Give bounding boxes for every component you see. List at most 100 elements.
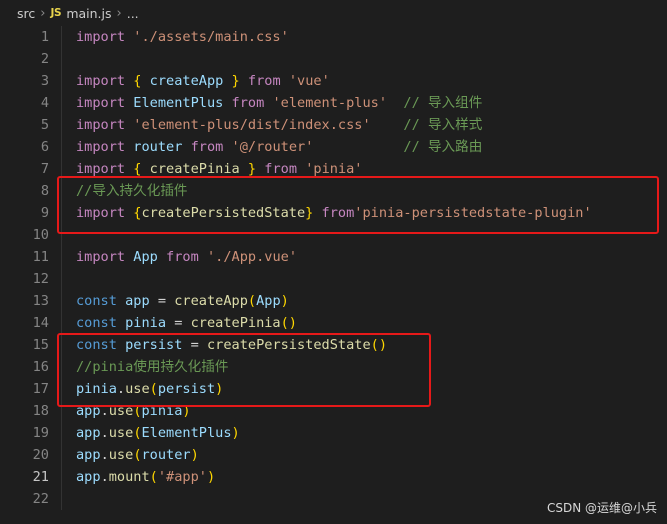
code-line: 1 import './assets/main.css' <box>0 26 667 48</box>
watermark: CSDN @运维@小兵 <box>546 501 657 515</box>
code-line: 19 app.use(ElementPlus) <box>0 422 667 444</box>
code-line: 15 const persist = createPersistedState() <box>0 334 667 356</box>
token: App <box>133 249 158 265</box>
token: persist <box>157 381 216 397</box>
code-editor[interactable]: 1 import './assets/main.css' 2 3 import { … <box>0 26 667 510</box>
token: 'pinia-persistedstate-plugin' <box>354 205 592 221</box>
token: 'vue' <box>288 73 330 89</box>
line-number: 1 <box>40 29 49 45</box>
token: // 导入样式 <box>403 117 483 133</box>
token: createPinia <box>149 161 240 177</box>
token: 'element-plus/dist/index.css' <box>133 117 371 133</box>
token: persist <box>125 337 183 353</box>
token: // 导入组件 <box>403 95 483 111</box>
line-number: 19 <box>32 425 49 441</box>
token: createPersistedState <box>141 205 306 221</box>
code-line: 8 //导入持久化插件 <box>0 180 667 202</box>
token: const <box>76 293 117 309</box>
breadcrumb-file[interactable]: main.js <box>66 6 111 21</box>
line-number: 3 <box>40 73 49 89</box>
code-line: 20 app.use(router) <box>0 444 667 466</box>
token: App <box>256 293 281 309</box>
token: import <box>76 73 126 89</box>
token: 'pinia' <box>305 161 363 177</box>
token: use <box>108 403 134 419</box>
line-number: 10 <box>32 227 49 243</box>
token: createApp <box>149 73 224 89</box>
code-line: 17 pinia.use(persist) <box>0 378 667 400</box>
token: app <box>125 293 150 309</box>
token: pinia <box>141 403 183 419</box>
line-number: 18 <box>32 403 49 419</box>
line-number: 16 <box>32 359 49 375</box>
line-number: 9 <box>40 205 49 221</box>
token: from <box>321 205 355 221</box>
line-number: 4 <box>40 95 49 111</box>
breadcrumb-symbols[interactable]: ... <box>127 6 139 21</box>
line-number: 17 <box>32 381 49 397</box>
token: from <box>264 161 298 177</box>
code-line: 2 <box>0 48 667 70</box>
token: app <box>76 403 101 419</box>
code-line: 9 import {createPersistedState} from'pini… <box>0 202 667 224</box>
code-line: 21 app.mount('#app') <box>0 466 667 488</box>
code-line: 14 const pinia = createPinia() <box>0 312 667 334</box>
token: from <box>190 139 224 155</box>
code-line: 16 //pinia使用持久化插件 <box>0 356 667 378</box>
line-number: 20 <box>32 447 49 463</box>
code-line: 6 import router from '@/router' // 导入路由 <box>0 136 667 158</box>
token: pinia <box>76 381 117 397</box>
token: app <box>76 469 101 485</box>
token: router <box>141 447 191 463</box>
token: import <box>76 117 126 133</box>
token: const <box>76 337 117 353</box>
token: import <box>76 249 126 265</box>
line-number: 8 <box>40 183 49 199</box>
token: from <box>247 73 281 89</box>
token: ElementPlus <box>141 425 232 441</box>
token: ElementPlus <box>133 95 224 111</box>
code-line: 3 import { createApp } from 'vue' <box>0 70 667 92</box>
token: '@/router' <box>231 139 314 155</box>
line-number: 14 <box>32 315 49 331</box>
token: router <box>133 139 183 155</box>
token: pinia <box>125 315 167 331</box>
line-number: 11 <box>32 249 49 265</box>
token: use <box>125 381 150 397</box>
line-number: 7 <box>40 161 49 177</box>
token: createPinia <box>190 315 281 331</box>
token: './assets/main.css' <box>133 29 289 45</box>
line-number: 6 <box>40 139 49 155</box>
token: from <box>166 249 199 265</box>
token: createPersistedState <box>206 337 371 353</box>
token: import <box>76 139 126 155</box>
line-number: 15 <box>32 337 49 353</box>
code-line: 4 import ElementPlus from 'element-plus' … <box>0 92 667 114</box>
code-line: 13 const app = createApp(App) <box>0 290 667 312</box>
line-number: 22 <box>32 491 49 507</box>
token: //pinia使用持久化插件 <box>76 359 229 375</box>
token: app <box>76 447 101 463</box>
token: './App.vue' <box>206 249 298 265</box>
code-line: 12 <box>0 268 667 290</box>
line-number: 13 <box>32 293 49 309</box>
token: import <box>76 95 126 111</box>
javascript-file-icon: JS <box>50 7 62 19</box>
token: 'element-plus' <box>272 95 388 111</box>
token: import <box>76 29 126 45</box>
line-number: 21 <box>32 469 49 485</box>
line-number: 12 <box>32 271 49 287</box>
token: '#app' <box>157 469 207 485</box>
code-line: 11 import App from './App.vue' <box>0 246 667 268</box>
token: const <box>76 315 117 331</box>
token: import <box>76 205 126 221</box>
breadcrumb-folder[interactable]: src <box>17 6 35 21</box>
code-line: 18 app.use(pinia) <box>0 400 667 422</box>
token: //导入持久化插件 <box>76 183 188 199</box>
chevron-right-icon: › <box>116 5 122 21</box>
code-line: 7 import { createPinia } from 'pinia' <box>0 158 667 180</box>
token: createApp <box>174 293 248 309</box>
breadcrumb: src › JS main.js › ... <box>0 0 667 26</box>
token: app <box>76 425 101 441</box>
token: mount <box>108 469 150 485</box>
